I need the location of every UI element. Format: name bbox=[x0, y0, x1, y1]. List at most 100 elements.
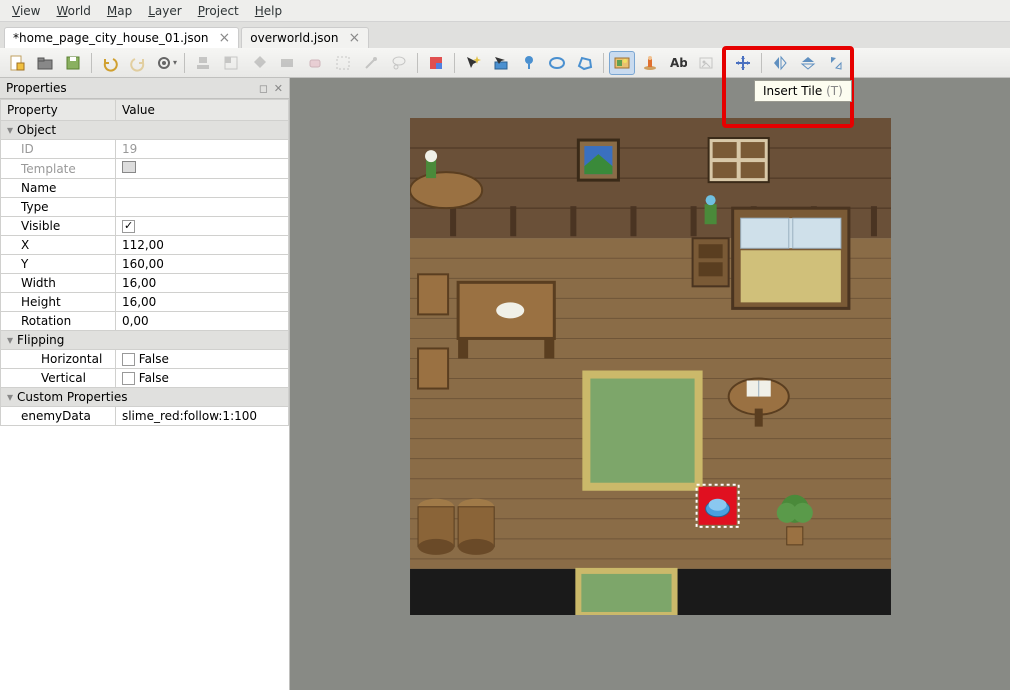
prop-name-value[interactable] bbox=[115, 179, 288, 198]
section-flipping[interactable]: ▾Flipping bbox=[1, 331, 289, 350]
map-canvas-area[interactable] bbox=[290, 78, 1010, 690]
insert-text-button[interactable]: Abc bbox=[665, 51, 691, 75]
wand-icon bbox=[362, 54, 380, 72]
close-panel-icon[interactable]: ✕ bbox=[274, 82, 283, 95]
rotate-icon bbox=[827, 54, 845, 72]
close-icon[interactable]: × bbox=[348, 32, 360, 44]
toolbar-separator bbox=[417, 53, 418, 73]
tab-label: *home_page_city_house_01.json bbox=[13, 31, 209, 45]
open-file-button[interactable] bbox=[32, 51, 58, 75]
prop-rotation-value[interactable]: 0,00 bbox=[115, 312, 288, 331]
undo-button[interactable] bbox=[97, 51, 123, 75]
insert-point-button[interactable] bbox=[516, 51, 542, 75]
terrain-icon bbox=[222, 54, 240, 72]
prop-enemydata-label: enemyData bbox=[1, 407, 116, 426]
flip-v-icon bbox=[799, 54, 817, 72]
eraser-button[interactable] bbox=[302, 51, 328, 75]
rotate-button[interactable] bbox=[823, 51, 849, 75]
visible-checkbox[interactable] bbox=[122, 220, 135, 233]
bucket-icon bbox=[250, 54, 268, 72]
name-input[interactable] bbox=[122, 181, 282, 195]
tab-home-page-city-house[interactable]: *home_page_city_house_01.json × bbox=[4, 27, 239, 48]
flip-h-icon bbox=[771, 54, 789, 72]
main-toolbar: ▾ Abc bbox=[0, 48, 1010, 78]
properties-panel-header: Properties ◻ ✕ bbox=[0, 78, 289, 99]
fill-button[interactable] bbox=[246, 51, 272, 75]
prop-width-value[interactable]: 16,00 bbox=[115, 274, 288, 293]
prop-visible-value[interactable] bbox=[115, 217, 288, 236]
stamp-icon bbox=[194, 54, 212, 72]
properties-empty-area bbox=[0, 426, 289, 690]
edit-object-button[interactable] bbox=[488, 51, 514, 75]
move-button[interactable] bbox=[730, 51, 756, 75]
prop-type-value[interactable] bbox=[115, 198, 288, 217]
save-file-button[interactable] bbox=[60, 51, 86, 75]
save-file-icon bbox=[64, 54, 82, 72]
shape-icon bbox=[278, 54, 296, 72]
insert-ellipse-button[interactable] bbox=[544, 51, 570, 75]
insert-tile-icon bbox=[613, 54, 631, 72]
tab-overworld[interactable]: overworld.json × bbox=[241, 27, 369, 48]
redo-button[interactable] bbox=[125, 51, 151, 75]
wand-button[interactable] bbox=[358, 51, 384, 75]
menu-help[interactable]: Help bbox=[247, 2, 290, 19]
vertical-checkbox[interactable] bbox=[122, 372, 135, 385]
undock-icon[interactable]: ◻ bbox=[259, 82, 268, 95]
undo-icon bbox=[101, 54, 119, 72]
stamp-button[interactable] bbox=[190, 51, 216, 75]
prop-vertical-label: Vertical bbox=[1, 369, 116, 388]
command-button[interactable]: ▾ bbox=[153, 51, 179, 75]
terrain-button[interactable] bbox=[218, 51, 244, 75]
ellipse-icon bbox=[548, 54, 566, 72]
cursor-star-icon bbox=[464, 54, 482, 72]
image-icon bbox=[697, 54, 715, 72]
close-icon[interactable]: × bbox=[219, 32, 231, 44]
prop-type-label: Type bbox=[1, 198, 116, 217]
lasso-button[interactable] bbox=[386, 51, 412, 75]
svg-text:Abc: Abc bbox=[670, 56, 687, 70]
move-icon bbox=[734, 54, 752, 72]
color-button[interactable] bbox=[423, 51, 449, 75]
eraser-icon bbox=[306, 54, 324, 72]
section-object[interactable]: ▾Object bbox=[1, 121, 289, 140]
edit-object-icon bbox=[492, 54, 510, 72]
properties-panel: Properties ◻ ✕ PropertyValue ▾Object ID1… bbox=[0, 78, 290, 690]
tab-label: overworld.json bbox=[250, 31, 338, 45]
type-input[interactable] bbox=[122, 200, 282, 214]
menu-view[interactable]: View bbox=[4, 2, 48, 19]
insert-tile-button[interactable] bbox=[609, 51, 635, 75]
tooltip-shortcut: (T) bbox=[826, 84, 843, 98]
col-property: Property bbox=[1, 100, 116, 121]
prop-horizontal-value[interactable]: False bbox=[115, 350, 288, 369]
select-rect-button[interactable] bbox=[330, 51, 356, 75]
prop-template-value[interactable] bbox=[115, 159, 288, 179]
prop-visible-label: Visible bbox=[1, 217, 116, 236]
shape-fill-button[interactable] bbox=[274, 51, 300, 75]
flip-h-button[interactable] bbox=[767, 51, 793, 75]
select-object-button[interactable] bbox=[460, 51, 486, 75]
insert-polygon-button[interactable] bbox=[572, 51, 598, 75]
menu-world[interactable]: World bbox=[48, 2, 98, 19]
prop-y-value[interactable]: 160,00 bbox=[115, 255, 288, 274]
menu-map[interactable]: Map bbox=[99, 2, 140, 19]
properties-table: PropertyValue ▾Object ID19 Template Name… bbox=[0, 99, 289, 426]
insert-template-button[interactable] bbox=[637, 51, 663, 75]
prop-vertical-value[interactable]: False bbox=[115, 369, 288, 388]
lasso-icon bbox=[390, 54, 408, 72]
template-icon bbox=[641, 54, 659, 72]
section-custom[interactable]: ▾Custom Properties bbox=[1, 388, 289, 407]
prop-x-value[interactable]: 112,00 bbox=[115, 236, 288, 255]
toolbar-separator bbox=[724, 53, 725, 73]
map-view[interactable] bbox=[410, 118, 891, 615]
insert-image-button[interactable] bbox=[693, 51, 719, 75]
prop-horizontal-label: Horizontal bbox=[1, 350, 116, 369]
menu-layer[interactable]: Layer bbox=[140, 2, 189, 19]
horizontal-checkbox[interactable] bbox=[122, 353, 135, 366]
toolbar-separator bbox=[184, 53, 185, 73]
new-file-button[interactable] bbox=[4, 51, 30, 75]
flip-v-button[interactable] bbox=[795, 51, 821, 75]
prop-height-value[interactable]: 16,00 bbox=[115, 293, 288, 312]
menu-project[interactable]: Project bbox=[190, 2, 247, 19]
prop-enemydata-value[interactable]: slime_red:follow:1:100 bbox=[115, 407, 288, 426]
prop-id-label: ID bbox=[1, 140, 116, 159]
